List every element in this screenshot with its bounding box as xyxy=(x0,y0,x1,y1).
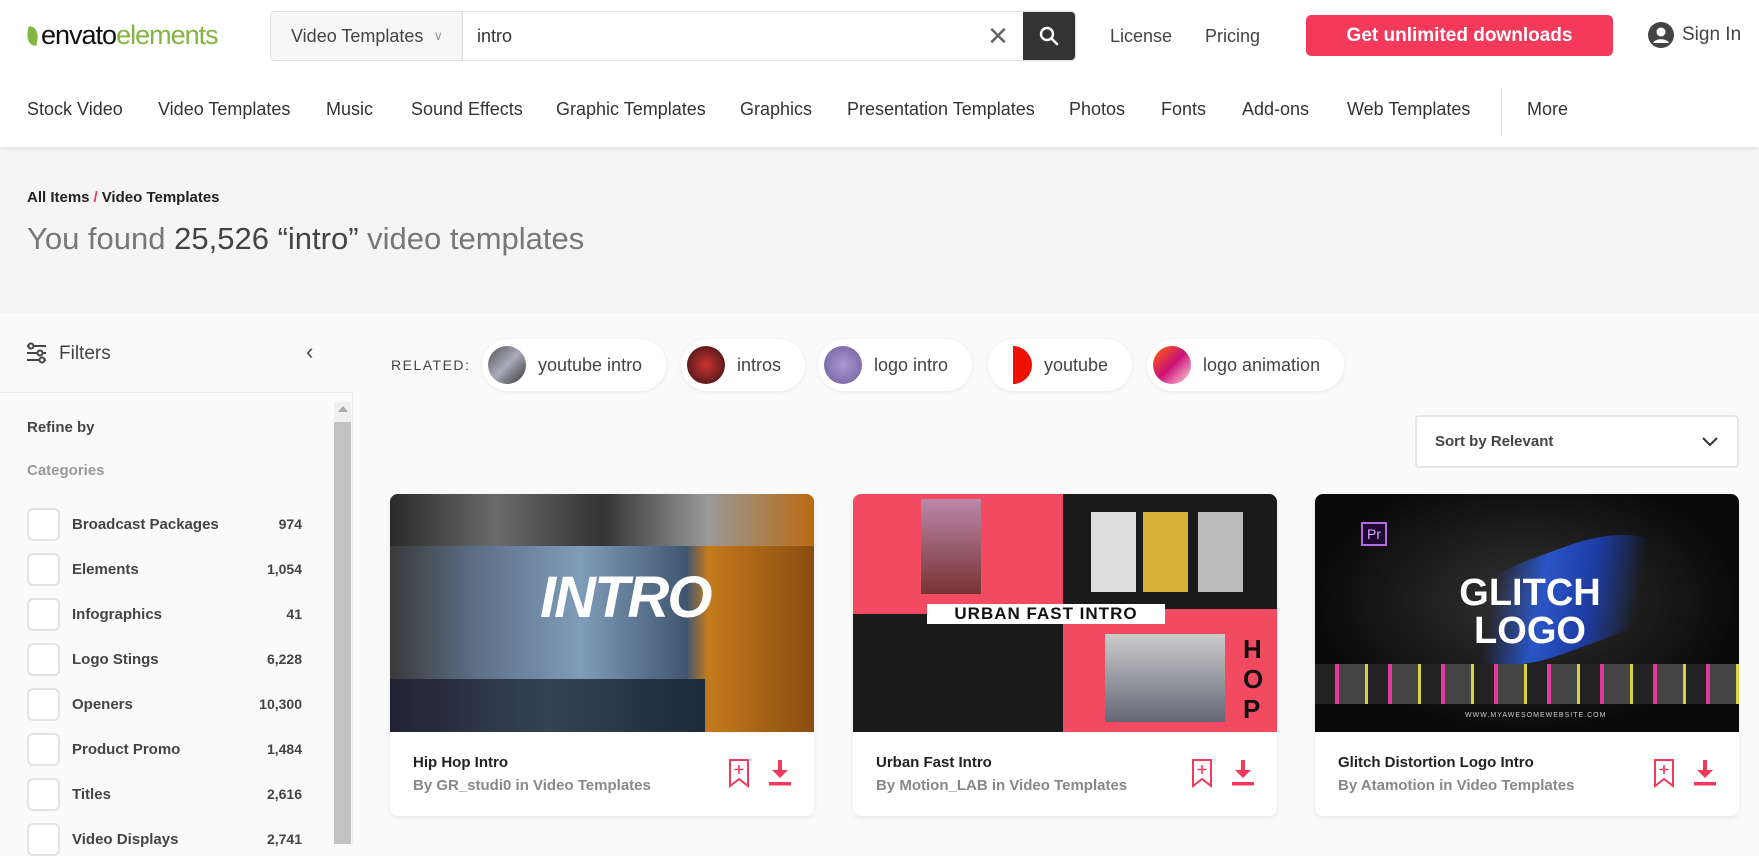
bookmark-add-icon[interactable] xyxy=(728,758,750,788)
filters-title: Filters xyxy=(59,343,111,364)
thumbnail-title-text: GLITCH LOGO xyxy=(1459,572,1601,652)
search-input[interactable]: intro xyxy=(463,12,973,60)
nav-divider xyxy=(1501,88,1502,136)
category-titles[interactable]: Titles 2,616 xyxy=(27,777,302,811)
download-icon[interactable] xyxy=(1693,758,1717,786)
card-title[interactable]: Urban Fast Intro xyxy=(876,754,992,771)
nav-fonts[interactable]: Fonts xyxy=(1161,99,1206,120)
scroll-up-arrow-icon[interactable] xyxy=(338,406,348,412)
checkbox[interactable] xyxy=(27,507,60,541)
thumbnail-title-text: URBAN FAST INTRO xyxy=(927,604,1165,624)
checkbox[interactable] xyxy=(27,732,60,766)
checkbox[interactable] xyxy=(27,597,60,631)
thumbnail-image xyxy=(994,346,1032,384)
clear-search-icon[interactable]: ✕ xyxy=(973,12,1023,60)
license-link[interactable]: License xyxy=(1110,26,1172,47)
sort-dropdown[interactable]: Sort by Relevant xyxy=(1415,415,1739,468)
top-header: envato elements Video Templates ∨ intro ✕ … xyxy=(0,0,1759,147)
thumbnail-image xyxy=(687,346,725,384)
category-video-displays[interactable]: Video Displays 2,741 xyxy=(27,822,302,856)
bookmark-add-icon[interactable] xyxy=(1191,758,1213,788)
download-icon[interactable] xyxy=(1231,758,1255,786)
nav-music[interactable]: Music xyxy=(326,99,373,120)
checkbox[interactable] xyxy=(27,687,60,721)
premiere-badge: Pr xyxy=(1361,522,1387,546)
nav-presentation-templates[interactable]: Presentation Templates xyxy=(847,99,1035,120)
nav-sound-effects[interactable]: Sound Effects xyxy=(411,99,523,120)
page-title: You found 25,526 “intro” video templates xyxy=(27,221,585,256)
nav-add-ons[interactable]: Add-ons xyxy=(1242,99,1309,120)
search-icon xyxy=(1039,26,1059,46)
filter-sliders-icon xyxy=(27,342,46,364)
related-youtube[interactable]: youtube xyxy=(988,339,1133,391)
card-thumbnail[interactable]: INTRO xyxy=(390,494,814,732)
thumbnail-image xyxy=(488,346,526,384)
category-openers[interactable]: Openers 10,300 xyxy=(27,687,302,721)
category-infographics[interactable]: Infographics 41 xyxy=(27,597,302,631)
item-card[interactable]: URBAN FAST INTRO HIP HOP Urban Fast Intr… xyxy=(853,494,1277,816)
search-category-dropdown[interactable]: Video Templates ∨ xyxy=(271,12,463,60)
nav-web-templates[interactable]: Web Templates xyxy=(1347,99,1470,120)
card-thumbnail[interactable]: Pr GLITCH LOGO WWW.MYAWESOMEWEBSITE.COM xyxy=(1315,494,1739,732)
nav-more[interactable]: More xyxy=(1527,99,1568,120)
download-icon[interactable] xyxy=(768,758,792,786)
results-hero: All Items / Video Templates You found 25,5… xyxy=(0,147,1759,313)
nav-video-templates[interactable]: Video Templates xyxy=(158,99,290,120)
nav-stock-video[interactable]: Stock Video xyxy=(27,99,123,120)
get-unlimited-downloads-button[interactable]: Get unlimited downloads xyxy=(1306,15,1613,56)
search-bar: Video Templates ∨ intro ✕ xyxy=(270,11,1076,61)
thumbnail-image xyxy=(824,346,862,384)
nav-graphics[interactable]: Graphics xyxy=(740,99,812,120)
collapse-filters-chevron-left-icon[interactable]: ‹ xyxy=(306,339,313,365)
chevron-down-icon: ∨ xyxy=(433,28,443,43)
sign-in-link[interactable]: Sign In xyxy=(1648,22,1741,48)
chevron-down-icon xyxy=(1702,436,1718,446)
category-product-promo[interactable]: Product Promo 1,484 xyxy=(27,732,302,766)
filters-header xyxy=(0,313,353,393)
item-card[interactable]: INTRO Hip Hop Intro By GR_studi0 in Vide… xyxy=(390,494,814,816)
breadcrumb: All Items / Video Templates xyxy=(27,189,220,206)
card-title[interactable]: Hip Hop Intro xyxy=(413,754,508,771)
card-author[interactable]: By Motion_LAB in Video Templates xyxy=(876,777,1127,794)
related-logo-animation[interactable]: logo animation xyxy=(1147,339,1345,391)
thumbnail-title-text: INTRO xyxy=(540,565,712,630)
related-youtube-intro[interactable]: youtube intro xyxy=(482,339,667,391)
sidebar-scrollbar[interactable] xyxy=(334,402,351,844)
refine-by-heading: Refine by xyxy=(27,419,95,436)
category-logo-stings[interactable]: Logo Stings 6,228 xyxy=(27,642,302,676)
category-broadcast-packages[interactable]: Broadcast Packages 974 xyxy=(27,507,302,541)
pricing-link[interactable]: Pricing xyxy=(1205,26,1260,47)
categories-heading: Categories xyxy=(27,462,105,479)
filters-sidebar: Filters ‹ Refine by Categories Broadcast… xyxy=(0,313,353,856)
search-button[interactable] xyxy=(1023,12,1075,60)
card-author[interactable]: By GR_studi0 in Video Templates xyxy=(413,777,651,794)
related-logo-intro[interactable]: logo intro xyxy=(818,339,973,391)
checkbox[interactable] xyxy=(27,822,60,856)
checkbox[interactable] xyxy=(27,552,60,586)
card-author[interactable]: By Atamotion in Video Templates xyxy=(1338,777,1574,794)
envato-elements-logo[interactable]: envato elements xyxy=(25,20,219,51)
checkbox[interactable] xyxy=(27,642,60,676)
breadcrumb-video-templates[interactable]: Video Templates xyxy=(102,189,220,206)
breadcrumb-all-items[interactable]: All Items xyxy=(27,189,90,206)
related-intros[interactable]: intros xyxy=(681,339,806,391)
nav-photos[interactable]: Photos xyxy=(1069,99,1125,120)
card-title[interactable]: Glitch Distortion Logo Intro xyxy=(1338,754,1534,771)
nav-graphic-templates[interactable]: Graphic Templates xyxy=(556,99,706,120)
user-icon xyxy=(1648,22,1674,48)
card-thumbnail[interactable]: URBAN FAST INTRO HIP HOP xyxy=(853,494,1277,732)
item-card[interactable]: Pr GLITCH LOGO WWW.MYAWESOMEWEBSITE.COM G… xyxy=(1315,494,1739,816)
checkbox[interactable] xyxy=(27,777,60,811)
leaf-icon xyxy=(25,25,40,46)
scrollbar-thumb[interactable] xyxy=(334,422,351,844)
thumbnail-image xyxy=(1153,346,1191,384)
category-elements[interactable]: Elements 1,054 xyxy=(27,552,302,586)
bookmark-add-icon[interactable] xyxy=(1653,758,1675,788)
related-label: RELATED: xyxy=(391,357,471,373)
